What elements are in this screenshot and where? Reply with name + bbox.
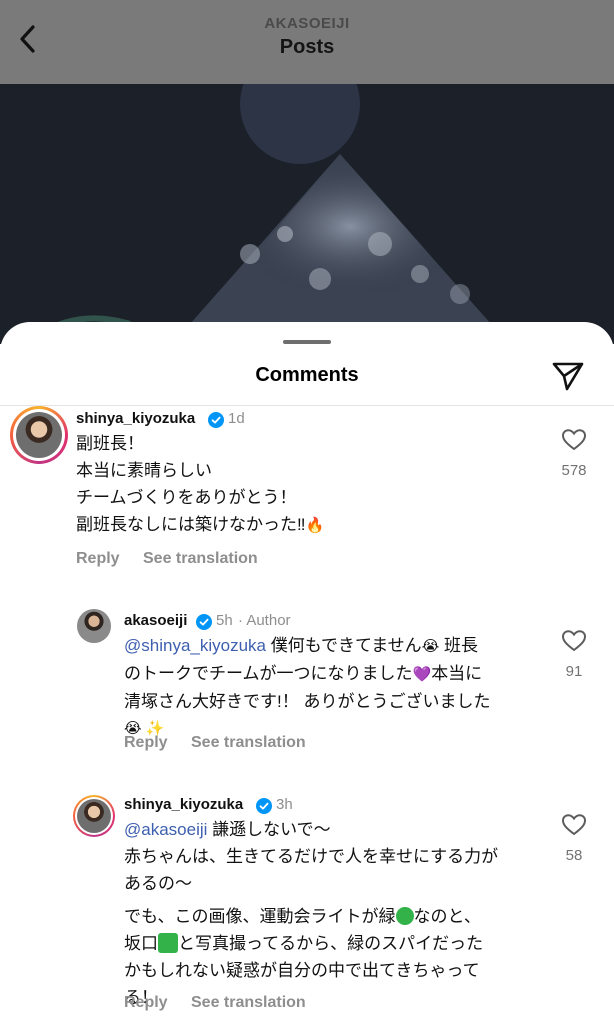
page-title: Posts bbox=[279, 36, 335, 58]
avatar[interactable] bbox=[10, 406, 68, 464]
see-translation-button[interactable]: See translation bbox=[143, 550, 258, 568]
avatar-photo bbox=[77, 609, 111, 643]
like-count: 578 bbox=[561, 462, 587, 479]
comment-time: 1d bbox=[228, 410, 245, 427]
post-image-graphic bbox=[0, 84, 614, 344]
comment-line: 坂口 と写真撮ってるから、緑のスパイだった bbox=[124, 930, 498, 957]
crying-emoji: 😭 bbox=[421, 638, 440, 655]
comment-line-text: 班長 bbox=[439, 636, 478, 655]
comment-line: 副班長なしには築けなかった‼🔥 bbox=[76, 511, 324, 539]
comment-line-text: なのと、 bbox=[413, 907, 481, 926]
verified-badge-icon bbox=[196, 614, 212, 630]
comment-time: 3h bbox=[276, 796, 293, 813]
like-count: 58 bbox=[565, 847, 583, 864]
see-translation-button[interactable]: See translation bbox=[191, 734, 306, 752]
comment-line: 副班長！ bbox=[76, 434, 144, 453]
comment-line: る！ bbox=[124, 988, 158, 1007]
comment-line: でも、この画像、運動会ライトが緑 なのと、 bbox=[124, 903, 498, 930]
comment-username[interactable]: akasoeiji bbox=[124, 612, 187, 629]
comment-line: 本当に素晴らしい bbox=[76, 461, 212, 480]
share-button[interactable] bbox=[550, 358, 586, 392]
sheet-title: Comments bbox=[255, 364, 359, 386]
comment-line-text: 謙遜しないで～ bbox=[207, 820, 331, 839]
comment-line: @shinya_kiyozuka 僕何もできてません😭 班長 bbox=[124, 632, 490, 660]
mention-link[interactable]: @akasoeiji bbox=[124, 820, 207, 839]
like-heart-icon[interactable] bbox=[561, 428, 587, 452]
sheet-divider bbox=[0, 405, 614, 406]
header-bar: AKASOEIJI Posts bbox=[0, 0, 614, 84]
comment-line: 清塚さん大好きです!！ ありがとうございました bbox=[124, 692, 491, 711]
reply-button[interactable]: Reply bbox=[124, 994, 168, 1012]
comment-line: チームづくりをありがとう！ bbox=[76, 488, 297, 507]
comment-username[interactable]: shinya_kiyozuka bbox=[124, 796, 243, 813]
green-circle-emoji bbox=[395, 907, 414, 925]
post-image bbox=[0, 84, 614, 344]
avatar-photo bbox=[16, 412, 62, 458]
send-icon bbox=[552, 362, 584, 391]
avatar-photo bbox=[77, 799, 111, 833]
comment-text: @akasoeiji 謙遜しないで～ 赤ちゃんは、生きてるだけで人を幸せにする力… bbox=[124, 816, 498, 1011]
like-heart-icon[interactable] bbox=[561, 629, 587, 653]
verified-badge-icon bbox=[208, 412, 224, 428]
comment-time: 5h bbox=[216, 612, 233, 629]
comment-line-text: 副班長なしには築けなかった‼ bbox=[76, 515, 306, 534]
comment-line-text: でも、この画像、運動会ライトが緑 bbox=[124, 907, 396, 926]
comment-line: かもしれない疑惑が自分の中で出てきちゃって bbox=[124, 961, 480, 980]
comment-line-text: 本当に bbox=[431, 664, 483, 683]
purple-heart-emoji: 💜 bbox=[412, 666, 432, 683]
comment-line: @akasoeiji 謙遜しないで～ bbox=[124, 816, 498, 843]
account-name: AKASOEIJI bbox=[264, 15, 350, 32]
comment-line: のトークでチームが一つになりました💜本当に bbox=[124, 660, 490, 688]
author-tag: · Author bbox=[238, 612, 291, 629]
comment-line-text: のトークでチームが一つになりました bbox=[124, 664, 413, 683]
fire-emoji: 🔥 bbox=[305, 517, 325, 534]
comment-line-text: と写真撮ってるから、緑のスパイだった bbox=[178, 934, 484, 953]
like-heart-icon[interactable] bbox=[561, 813, 587, 837]
drag-handle[interactable] bbox=[283, 340, 331, 344]
crying-sparkles-emoji: 😭 ✨ bbox=[124, 720, 165, 737]
comment-username[interactable]: shinya_kiyozuka bbox=[76, 410, 195, 427]
comment-line: 赤ちゃんは、生きてるだけで人を幸せにする力が bbox=[124, 847, 499, 866]
green-square-emoji bbox=[158, 933, 178, 953]
comment-line-text: 坂口 bbox=[124, 934, 158, 953]
verified-badge-icon bbox=[256, 798, 272, 814]
avatar[interactable] bbox=[73, 795, 115, 837]
see-translation-button[interactable]: See translation bbox=[191, 994, 306, 1012]
comment-text: @shinya_kiyozuka 僕何もできてません😭 班長 のトークでチームが… bbox=[124, 632, 490, 742]
mention-link[interactable]: @shinya_kiyozuka bbox=[124, 636, 266, 655]
reply-button[interactable]: Reply bbox=[76, 550, 120, 568]
comment-text: 副班長！ 本当に素晴らしい チームづくりをありがとう！ 副班長なしには築けなかっ… bbox=[76, 430, 324, 539]
comment-line-text: 僕何もできてません bbox=[266, 636, 422, 655]
avatar[interactable] bbox=[77, 609, 111, 643]
comments-sheet: Comments shinya_kiyozuka 1d 副班長！ 本当に素晴らし… bbox=[0, 322, 614, 1024]
comment-line: あるの～ bbox=[124, 874, 192, 893]
reply-button[interactable]: Reply bbox=[124, 734, 168, 752]
like-count: 91 bbox=[565, 663, 583, 680]
